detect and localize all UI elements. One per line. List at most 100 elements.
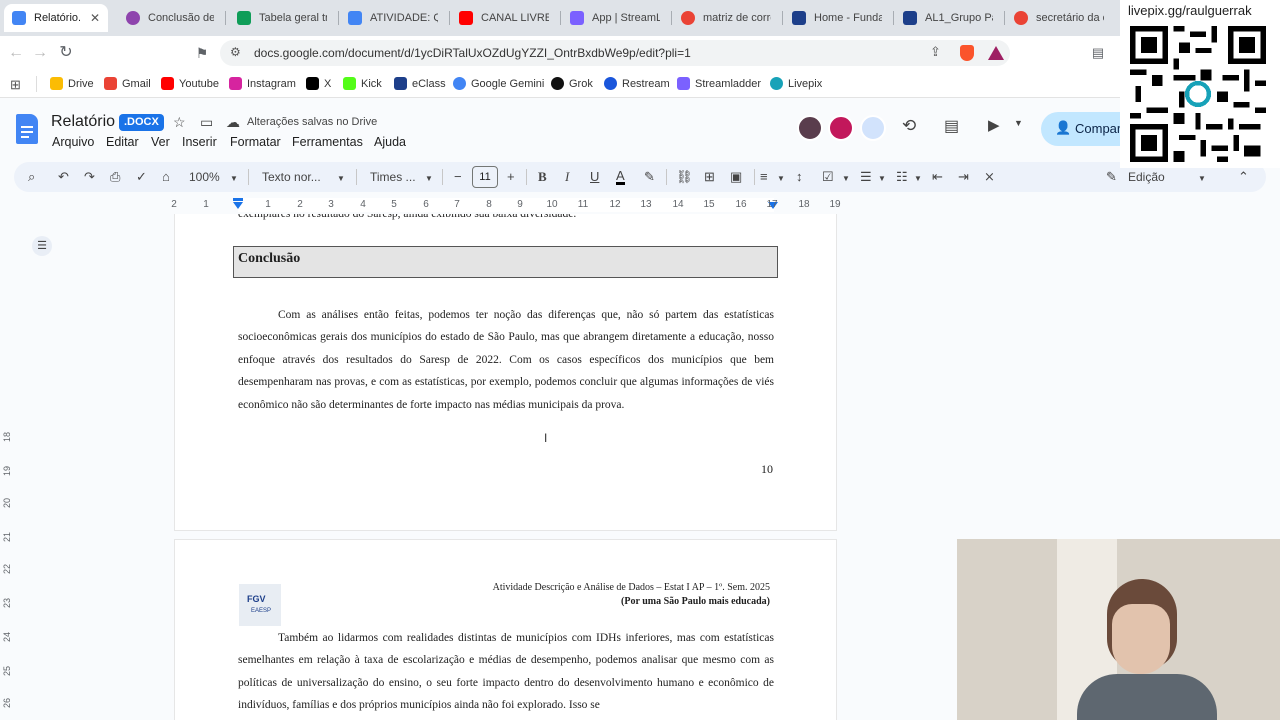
chevron-down-icon[interactable]: ▼ [1014,118,1023,128]
outline-toggle-icon[interactable]: ☰ [32,236,52,256]
bookmark-icon[interactable]: ⚑ [192,43,212,63]
search-icon[interactable]: ⌕ [28,169,35,185]
document-page[interactable]: exemplares no resultado do Saresp, ainda… [174,214,837,531]
clear-format-icon[interactable]: ⨯ [984,169,995,185]
print-icon[interactable]: ⎙ [110,169,120,185]
checklist-icon[interactable]: ☑ [822,169,834,185]
tab-tabela[interactable]: Tabela geral tra [229,4,335,32]
menu-formatar[interactable]: Formatar [230,135,281,149]
collaborator-avatar[interactable] [828,115,854,141]
highlight-icon[interactable]: ✎ [644,169,655,185]
numbered-list-icon[interactable]: ☷ [896,169,908,185]
menu-editar[interactable]: Editar [106,135,139,149]
sidebar-toggle-icon[interactable]: ▤ [1088,43,1108,63]
tab-relatorio[interactable]: Relatório.d ✕ [4,4,108,32]
redo-icon[interactable]: ↷ [84,169,95,185]
bookmark-grok[interactable]: Grok [551,77,593,90]
comments-icon[interactable]: ▤ [944,116,959,136]
link-icon[interactable]: ⛓ [676,169,693,185]
tab-streamladder[interactable]: App | StreamLa [562,4,668,32]
tab-secretario[interactable]: secretário da e [1006,4,1112,32]
document-title[interactable]: Relatório [51,113,115,131]
bookmark-restream[interactable]: Restream [604,77,670,90]
bookmark-drive[interactable]: Drive [50,77,94,90]
mode-select[interactable]: Edição [1128,170,1165,184]
share-button[interactable]: 👤 Compar [1041,112,1131,146]
decrease-indent-icon[interactable]: ⇤ [932,169,943,185]
collapse-toolbar-icon[interactable]: ⌃ [1238,169,1249,185]
horizontal-ruler: 2 1 1 2 3 4 5 6 7 8 9 10 11 12 13 14 15 … [0,196,1280,214]
paint-format-icon[interactable]: ⌂ [162,169,170,185]
brave-rewards-icon[interactable] [988,46,1004,60]
bookmark-instagram[interactable]: Instagram [229,77,296,90]
align-icon[interactable]: ≡ [760,169,768,185]
apps-grid-icon[interactable]: ⊞ [10,77,21,93]
brave-shield-icon[interactable] [960,45,974,61]
collaborator-avatar[interactable] [797,115,823,141]
comment-icon[interactable]: ⊞ [704,169,715,185]
bookmark-streamladder[interactable]: Streamladder [677,77,761,90]
document-page[interactable]: FGV EAESP Atividade Descrição e Análise … [174,539,837,720]
tab-label: Relatório.d [34,12,80,24]
tab-al1-grupo[interactable]: AL1_Grupo Par [895,4,1001,32]
star-icon[interactable]: ☆ [173,114,186,131]
increase-font-icon[interactable]: + [507,169,515,185]
reload-icon[interactable]: ↻ [56,43,76,63]
chevron-down-icon: ▼ [878,174,886,183]
docs-logo-icon[interactable] [16,114,38,144]
left-indent-marker[interactable] [233,202,243,209]
menu-ver[interactable]: Ver [151,135,170,149]
url-bar[interactable]: ⚙ docs.google.com/document/d/1ycDiRTalUx… [220,40,1010,66]
bookmark-youtube[interactable]: Youtube [161,77,219,90]
tab-matriz[interactable]: matriz de corre [673,4,779,32]
bookmark-eclass[interactable]: eClass [394,77,446,90]
italic-icon[interactable]: I [565,169,569,185]
close-tab-icon[interactable]: ✕ [90,11,100,25]
bullet-list-icon[interactable]: ☰ [860,169,872,185]
increase-indent-icon[interactable]: ⇥ [958,169,969,185]
bookmark-x[interactable]: X [306,77,331,90]
bookmark-gemini[interactable]: Google Gemini [453,77,544,90]
section-heading: Conclusão [238,251,301,266]
image-icon[interactable]: ▣ [730,169,742,185]
conclusion-paragraph[interactable]: Com as análises então feitas, podemos te… [238,304,774,416]
bookmark-kick[interactable]: Kick [343,77,382,90]
menu-inserir[interactable]: Inserir [182,135,217,149]
zoom-select[interactable]: 100% [189,170,220,184]
forward-icon[interactable]: → [30,43,50,63]
back-icon[interactable]: ← [6,43,26,63]
tab-atividade[interactable]: ATIVIDADE: QU [340,4,446,32]
decrease-font-icon[interactable]: − [454,169,462,185]
undo-icon[interactable]: ↶ [58,169,69,185]
style-select[interactable]: Texto nor... [262,170,321,184]
spellcheck-icon[interactable]: ✓ [136,169,147,185]
fgv-favicon-icon [903,11,917,25]
share-url-icon[interactable]: ⇪ [930,44,941,60]
gemini-favicon-icon [126,11,140,25]
bold-icon[interactable]: B [538,169,547,185]
bookmark-gmail[interactable]: Gmail [104,77,151,90]
move-folder-icon[interactable]: ▭ [200,114,213,131]
tab-canal-livre[interactable]: CANAL LIVRE | [451,4,557,32]
cloud-saved-icon[interactable]: ☁ [226,114,240,131]
paragraph[interactable]: Também ao lidarmos com realidades distin… [238,627,774,717]
tab-conclusao[interactable]: Conclusão de Tr [118,4,222,32]
share-label: Compar [1075,121,1122,136]
font-size-input[interactable]: 11 [472,166,498,188]
collaborator-avatar[interactable] [860,115,886,141]
underline-icon[interactable]: U [590,169,599,185]
font-select[interactable]: Times ... [370,170,416,184]
share-icon: 👤 [1055,120,1072,135]
history-icon[interactable]: ⟲ [902,116,916,136]
line-spacing-icon[interactable]: ↕ [796,169,803,185]
text-color-icon[interactable]: A [616,169,625,185]
first-line-indent-marker[interactable] [233,198,243,201]
menu-ferramentas[interactable]: Ferramentas [292,135,363,149]
site-settings-icon[interactable]: ⚙ [230,45,241,59]
tab-home-fundacao[interactable]: Home - Funda [784,4,890,32]
chevron-down-icon: ▼ [337,174,345,183]
menu-arquivo[interactable]: Arquivo [52,135,94,149]
menu-ajuda[interactable]: Ajuda [374,135,406,149]
meet-icon[interactable]: ▶ [988,116,1000,134]
bookmark-livepix[interactable]: Livepix [770,77,822,90]
